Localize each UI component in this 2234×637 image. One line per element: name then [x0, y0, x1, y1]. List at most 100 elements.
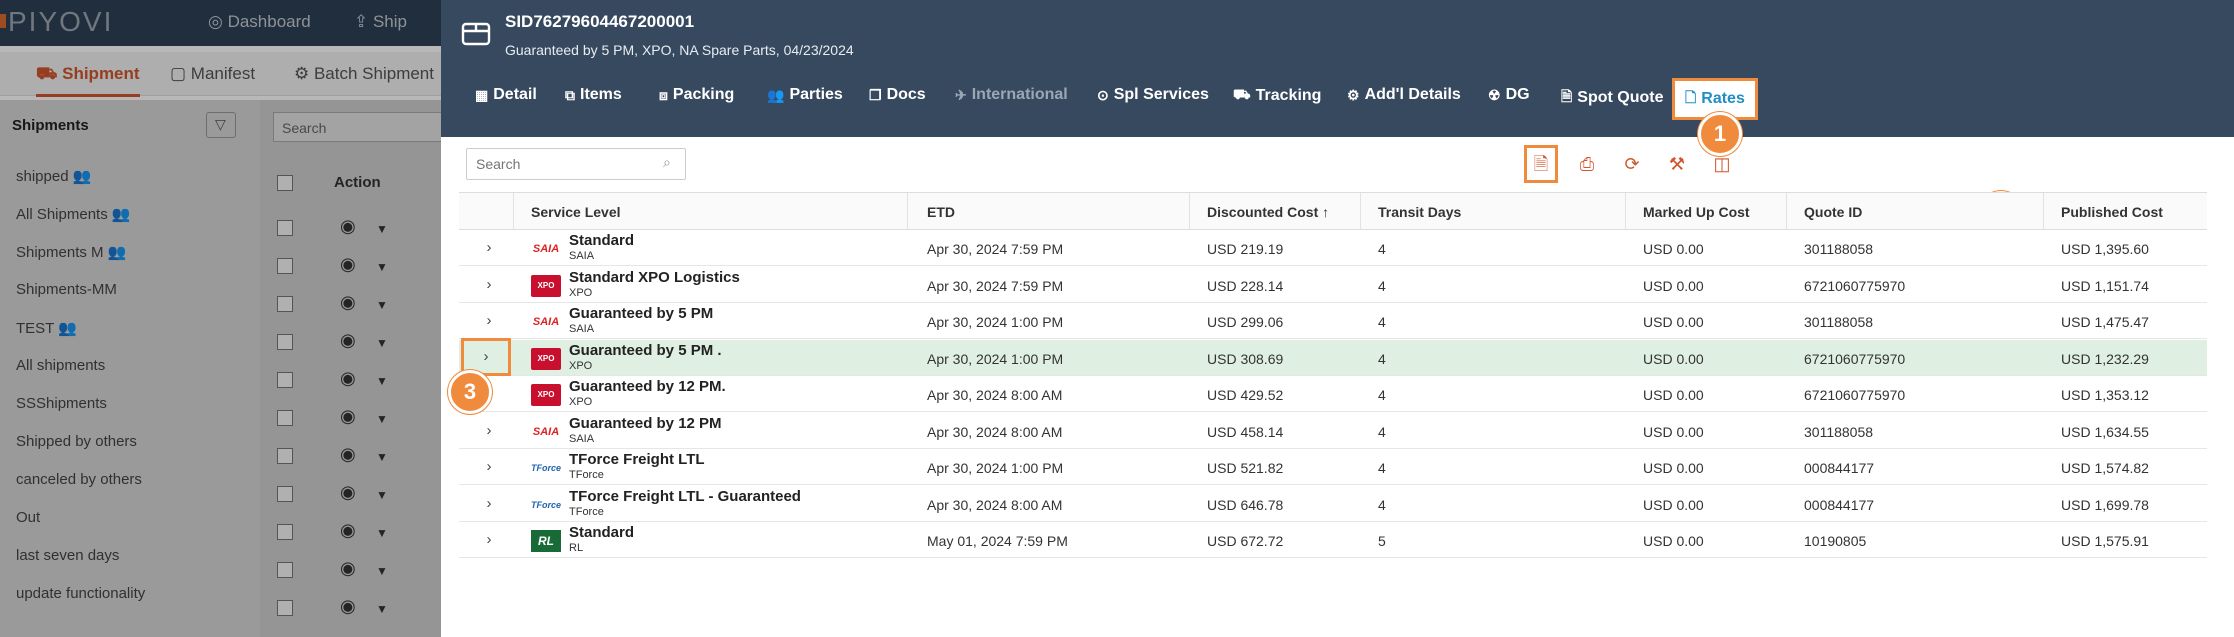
col-discounted-cost-label: Discounted Cost [1207, 204, 1319, 220]
column-divider [907, 193, 908, 231]
cell-etd: Apr 30, 2024 8:00 AM [927, 496, 1063, 513]
step-badge-3: 3 [448, 370, 492, 414]
expand-row-icon[interactable]: › [479, 310, 499, 332]
cell-markup: USD 0.00 [1643, 350, 1704, 367]
tab-parties[interactable]: 👥 Parties [767, 86, 843, 104]
table-row[interactable]: › RL Standard RL May 01, 2024 7:59 PM USD 672… [459, 522, 2207, 558]
rates-table-header: Service Level ETD Discounted Cost ↑ Tran… [459, 192, 2207, 231]
table-row[interactable]: › SAIA Standard SAIA Apr 30, 2024 7:59 PM USD… [459, 230, 2207, 266]
cell-published: USD 1,575.91 [2061, 533, 2149, 549]
table-row[interactable]: › XPO Standard XPO Logistics XPO Apr 30, 202… [459, 266, 2207, 303]
cell-discounted: USD 521.82 [1207, 460, 1284, 476]
cell-quote: 000844177 [1804, 496, 1875, 513]
tab-international[interactable]: ✈ International [955, 86, 1068, 104]
packing-icon: ⧈ [659, 86, 668, 103]
cell-quote: 000844177 [1804, 460, 1875, 476]
cell-published: USD 1,353.12 [2061, 387, 2149, 403]
cell-discounted: USD 308.69 [1207, 350, 1284, 367]
cell-published: USD 1,232.29 [2061, 350, 2149, 367]
rates-search-input[interactable] [466, 148, 686, 180]
tab-packing[interactable]: ⧈ Packing [659, 86, 734, 104]
expand-row-icon[interactable]: › [479, 274, 499, 296]
carrier-logo-tforce: TForce [531, 499, 562, 510]
carrier-name: XPO [569, 359, 593, 372]
carrier-logo-saia: SAIA [532, 425, 560, 438]
tab-detail[interactable]: ▦ Detail [475, 86, 537, 104]
shipment-detail-modal: SID76279604467200001 Guaranteed by 5 PM,… [441, 0, 2234, 637]
carrier-logo-rl: RL [531, 530, 561, 552]
tab-tracking[interactable]: ⛟ Tracking [1233, 86, 1321, 105]
truck-icon: ⛟ [1233, 86, 1251, 102]
table-row[interactable]: ›XPOGuaranteed by 12 PM.XPOApr 30, 2024 … [459, 376, 2207, 412]
file-icon: 🗋 [1685, 89, 1697, 105]
tab-dg-label: DG [1505, 86, 1530, 103]
carrier-logo-xpo: XPO [531, 347, 561, 370]
cell-etd: Apr 30, 2024 1:00 PM [927, 350, 1064, 367]
service-name: TForce Freight LTL [569, 451, 705, 468]
col-discounted-cost[interactable]: Discounted Cost ↑ [1207, 204, 1329, 220]
tab-tracking-label: Tracking [1255, 86, 1322, 104]
table-row[interactable]: › SAIA Guaranteed by 12 PM SAIA Apr 30, 2024… [459, 412, 2207, 449]
carrier-name: SAIA [569, 323, 595, 335]
plane-icon: ✈ [955, 86, 967, 103]
table-row[interactable]: › XPO Guaranteed by 5 PM . XPO Apr 30, 2024 … [459, 337, 2207, 376]
expand-row-icon[interactable]: › [479, 456, 499, 478]
col-etd[interactable]: ETD [927, 204, 955, 220]
column-divider [1625, 193, 1626, 231]
tab-items[interactable]: ⧉ Items [565, 86, 622, 104]
col-marked-up-cost[interactable]: Marked Up Cost [1643, 204, 1750, 220]
tab-addl-details[interactable]: ⚙ Add'l Details [1347, 86, 1461, 104]
cell-quote: 301188058 [1804, 241, 1874, 257]
table-row[interactable]: › SAIA Guaranteed by 5 PM SAIA Apr 30, 2024 … [459, 303, 2207, 339]
refresh-icon[interactable]: ⟳ [1618, 150, 1646, 178]
expand-row-icon[interactable]: › [479, 493, 499, 515]
col-published-cost[interactable]: Published Cost [2061, 204, 2163, 220]
carrier-logo-xpo: XPO [531, 274, 561, 297]
col-quote-id[interactable]: Quote ID [1804, 204, 1862, 220]
service-name: TForce Freight LTL - Guaranteed [569, 487, 801, 505]
tab-docs[interactable]: ❐ Docs [869, 86, 926, 104]
cell-published: USD 1,574.82 [2061, 460, 2149, 476]
cell-transit: 4 [1378, 350, 1386, 367]
expand-row-icon[interactable]: › [479, 529, 499, 551]
modal-backdrop[interactable] [0, 0, 441, 637]
service-name: Guaranteed by 12 PM. [569, 378, 726, 395]
tab-spot-quote-label: Spot Quote [1577, 89, 1664, 106]
cell-etd: Apr 30, 2024 1:00 PM [927, 314, 1064, 330]
cell-etd: Apr 30, 2024 8:00 AM [927, 387, 1063, 403]
cell-markup: USD 0.00 [1643, 277, 1704, 294]
service-name: Standard XPO Logistics [569, 268, 740, 286]
expand-row-icon[interactable]: › [479, 237, 499, 259]
shipment-id: SID76279604467200001 [505, 12, 695, 31]
tab-items-label: Items [580, 86, 622, 103]
gear-icon: ⚙ [1347, 86, 1360, 103]
cubes-icon: ⧉ [565, 86, 575, 103]
tab-addl-details-label: Add'l Details [1364, 86, 1461, 103]
carrier-name: TForce [569, 469, 604, 481]
tab-spot-quote[interactable]: 🗎 Spot Quote [1561, 86, 1663, 110]
carrier-logo-xpo: XPO [531, 384, 561, 406]
cell-transit: 4 [1378, 314, 1386, 330]
columns-icon[interactable]: ◫ [1708, 150, 1736, 178]
carrier-logo-saia: SAIA [532, 316, 560, 328]
table-row[interactable]: › TForce TForce Freight LTL - Guaranteed TF… [459, 485, 2207, 522]
tab-dg[interactable]: ☢ DG [1488, 86, 1530, 104]
col-service-level[interactable]: Service Level [531, 204, 621, 220]
modal-header: SID76279604467200001 Guaranteed by 5 PM,… [441, 0, 2234, 137]
wrench-icon[interactable]: ⚒ [1663, 150, 1691, 178]
expand-row-icon[interactable]: › [479, 420, 499, 442]
shipment-subtitle: Guaranteed by 5 PM, XPO, NA Spare Parts,… [505, 42, 854, 58]
cell-etd: Apr 30, 2024 1:00 PM [927, 460, 1064, 476]
col-transit-days[interactable]: Transit Days [1378, 204, 1461, 220]
table-row[interactable]: › TForce TForce Freight LTL TForce Apr 30, 2… [459, 449, 2207, 485]
tab-parties-label: Parties [789, 86, 843, 103]
cell-published: USD 1,699.78 [2061, 496, 2149, 513]
print-icon[interactable]: ⎙ [1573, 150, 1601, 178]
export-excel-icon[interactable]: 🗎 [1527, 150, 1555, 178]
column-divider [513, 193, 514, 231]
column-divider [2043, 193, 2044, 231]
cell-discounted: USD 672.72 [1207, 533, 1284, 549]
tab-spl-services[interactable]: ⊙ Spl Services [1097, 86, 1209, 104]
service-name: Guaranteed by 12 PM [569, 414, 722, 432]
cell-published: USD 1,151.74 [2061, 277, 2149, 294]
